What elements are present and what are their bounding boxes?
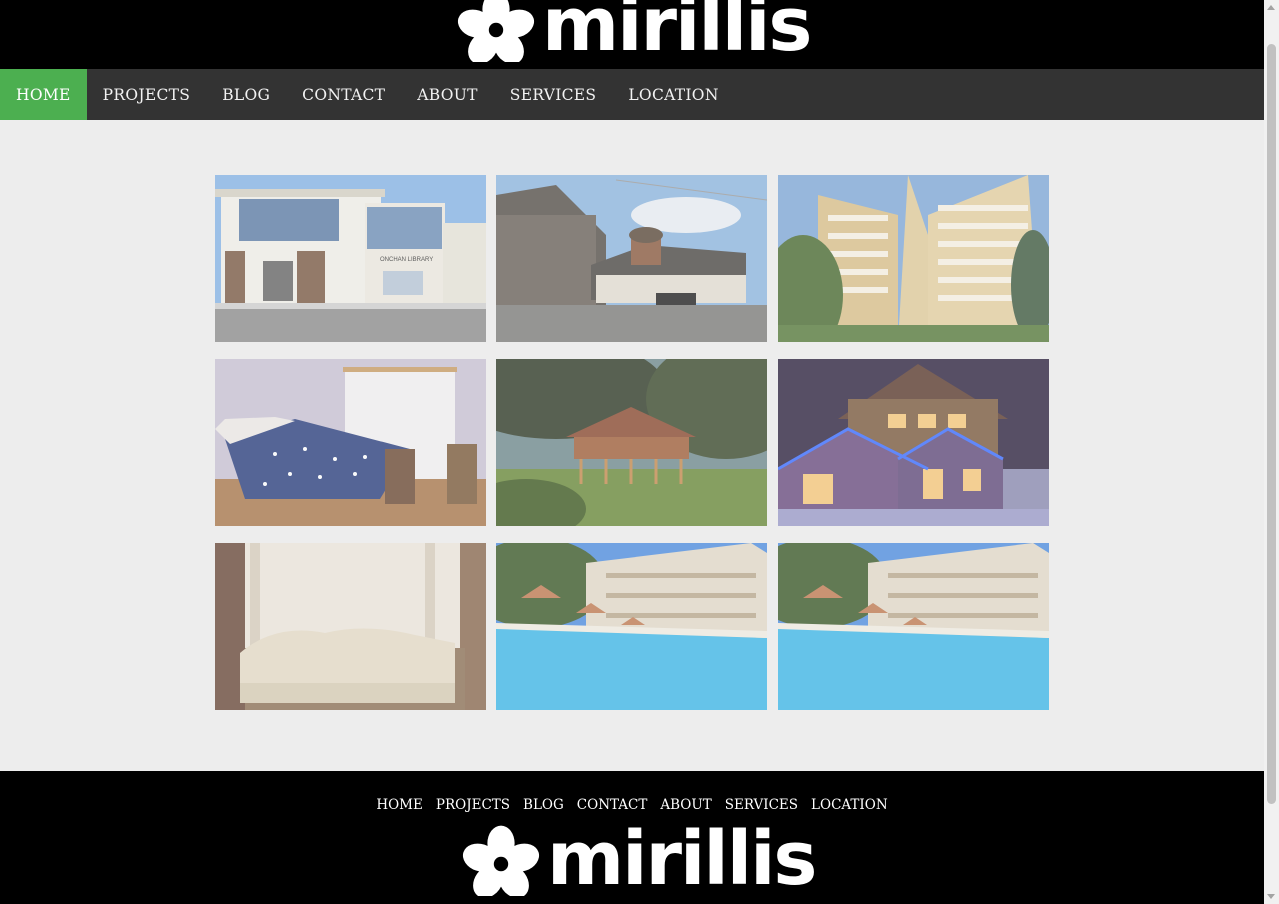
scroll-up-icon[interactable] [1267,5,1275,10]
footer-logo-text: mirillis [547,816,817,902]
footer-nav-services[interactable]: SERVICES [718,797,804,813]
gallery-image-chalet-night[interactable] [778,359,1049,526]
nav-contact[interactable]: CONTACT [286,69,401,120]
footer-nav-about[interactable]: ABOUT [654,797,718,813]
site-logo[interactable]: mirillis [456,0,812,68]
main-nav: HOME PROJECTS BLOG CONTACT ABOUT SERVICE… [0,69,1264,120]
header: mirillis [0,0,1264,69]
scroll-thumb[interactable] [1267,44,1276,804]
gallery-image-hotel-pool-2[interactable] [778,543,1049,710]
flower-logo-icon [462,825,540,896]
page: mirillis HOME PROJECTS BLOG CONTACT ABOU… [0,0,1264,904]
nav-location[interactable]: LOCATION [612,69,734,120]
nav-home[interactable]: HOME [0,69,87,120]
library-sign: ONCHAN LIBRARY [380,257,433,263]
footer-nav-blog[interactable]: BLOG [517,797,571,813]
scroll-down-icon[interactable] [1267,894,1275,899]
footer-nav-home[interactable]: HOME [370,797,430,813]
gallery-image-hotel-tower[interactable] [778,175,1049,342]
nav-blog[interactable]: BLOG [206,69,286,120]
gallery-image-wooden-house[interactable] [496,359,767,526]
nav-services[interactable]: SERVICES [494,69,613,120]
footer-nav-projects[interactable]: PROJECTS [429,797,516,813]
gallery-image-hotel-pool[interactable] [496,543,767,710]
gallery-image-church[interactable] [496,175,767,342]
footer-nav-contact[interactable]: CONTACT [570,797,654,813]
footer: HOME PROJECTS BLOG CONTACT ABOUT SERVICE… [0,771,1264,904]
gallery-image-library[interactable]: ONCHAN LIBRARY [215,175,486,342]
gallery-image-bedroom[interactable] [215,359,486,526]
nav-about[interactable]: ABOUT [401,69,493,120]
footer-nav-location[interactable]: LOCATION [805,797,895,813]
footer-logo[interactable]: mirillis [461,816,817,902]
logo-text: mirillis [542,0,812,68]
nav-projects[interactable]: PROJECTS [87,69,207,120]
flower-logo-icon [457,0,535,62]
footer-nav: HOME PROJECTS BLOG CONTACT ABOUT SERVICE… [0,797,1264,813]
vertical-scrollbar[interactable] [1264,0,1279,904]
gallery-image-sofa-room[interactable] [215,543,486,710]
